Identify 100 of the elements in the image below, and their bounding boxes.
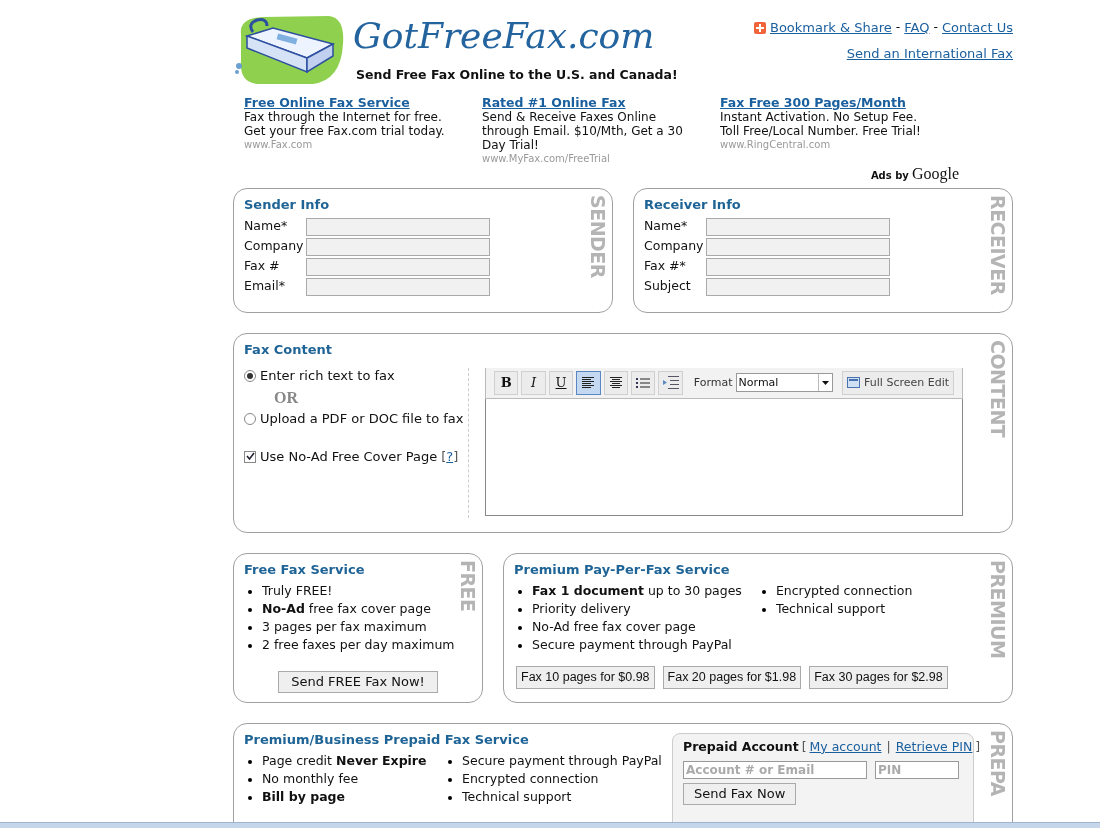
horizontal-scrollbar[interactable] [0,822,1100,828]
buy-pages-button[interactable]: Fax 10 pages for $0.98 [516,665,655,689]
bullet-icon [248,795,252,800]
bullet-icon [761,607,766,612]
text-field[interactable] [306,257,490,276]
field-label: Name* [644,217,689,236]
site-logo-text: GotFreeFax.com [353,14,656,58]
google-logo-text: Google [911,164,959,185]
format-button[interactable]: U [548,370,574,395]
panel-watermark: RECEIVER [988,195,1007,295]
link-separator: | [886,737,891,756]
help-link[interactable]: ? [446,448,454,464]
full-screen-button[interactable]: Full Screen Edit [842,370,955,395]
format-select[interactable]: Normal [735,373,834,393]
ad-text: Fax through the Internet for free. [244,110,443,124]
buy-pages-button[interactable]: Fax 30 pages for $2.98 [809,665,948,689]
feature-text: Encrypted connection [775,582,913,601]
align-center-icon [608,376,623,389]
radio-label: Upload a PDF or DOC file to fax [260,410,464,428]
feature-text: Truly FREE! [262,582,333,601]
account-link[interactable]: My account [809,737,882,757]
panel-title: Fax Content [244,342,333,357]
format-button[interactable]: I [521,370,546,395]
text-field[interactable] [706,277,890,296]
header-link[interactable]: FAQ [904,18,930,38]
bullet-icon [518,643,522,648]
bullet-icon [248,625,252,630]
feature-text: Priority delivery [532,600,631,619]
text-field[interactable] [706,257,890,276]
header-link[interactable]: Bookmark & Share [770,18,892,38]
bracket-text: ] [453,448,459,464]
panel-watermark: CONTENT [988,340,1007,438]
pin-field[interactable]: PIN [875,760,959,779]
field-label: Email* [244,277,286,296]
link-separator: - [933,18,938,37]
international-fax-link[interactable]: Send an International Fax [846,43,1013,63]
text-field[interactable] [306,277,490,296]
format-button[interactable] [576,370,601,395]
ad-text: Get your free Fax.com trial today. [244,124,446,138]
fax-machine-logo-icon [233,14,345,86]
bullet-icon [448,759,452,764]
bullet-icon [518,625,522,630]
feature-text: Fax 1 document up to 30 pages [532,582,742,601]
text-field[interactable] [706,237,890,256]
panel-watermark: PREMIUM [988,560,1007,659]
feature-text: Encrypted connection [462,770,599,789]
radio-button[interactable] [244,369,256,382]
ad-text: Day Trial! [482,138,540,152]
ad-title-link[interactable]: Free Online Fax Service [244,96,482,110]
bracket-text: ] [975,737,981,756]
format-button[interactable]: B [494,370,519,395]
text-field[interactable] [706,217,890,236]
tagline: Send Free Fax Online to the U.S. and Canada! [356,66,678,84]
feature-text: Secure payment through PayPal [532,636,732,655]
bullet-icon [248,643,252,648]
field-label: Fax # [244,257,281,276]
buy-pages-button[interactable]: Fax 20 pages for $1.98 [662,665,802,689]
ad-text: Toll Free/Local Number. Free Trial! [720,124,922,138]
feature-text: No-Ad free fax cover page [262,600,431,619]
header-link[interactable]: Contact Us [942,18,1013,38]
bracket-text: [ [441,448,447,464]
format-button[interactable] [603,370,629,395]
feature-text: Technical support [775,600,886,619]
feature-text: No-Ad free fax cover page [532,618,696,637]
link-separator: - [895,18,901,37]
ads-by-label: Ads by [870,169,909,183]
format-button[interactable] [658,370,683,395]
send-fax-button[interactable]: Send Fax Now [683,782,797,805]
field-label: Name* [244,217,289,236]
indent-icon [662,375,679,390]
panel-watermark: PREPA [988,730,1007,796]
send-free-fax-button[interactable]: Send FREE Fax Now! [278,670,438,693]
bullet-icon [248,589,252,594]
text-field[interactable] [306,237,490,256]
plus-icon [754,21,766,34]
account-field[interactable]: Account # or Email [683,760,867,779]
field-label: Company [644,237,705,256]
bullet-icon [248,759,252,764]
bullet-icon [248,607,252,612]
feature-text: 3 pages per fax maximum [262,618,427,637]
field-label: Fax #* [644,257,687,276]
or-text: OR [274,387,299,408]
ad-title-link[interactable]: Fax Free 300 Pages/Month [720,96,970,110]
window-icon [847,377,861,389]
panel-title: Free Fax Service [244,562,365,577]
ad-text: Instant Activation. No Setup Fee. [720,110,918,124]
account-link[interactable]: Retrieve PIN [895,737,973,757]
bracket-text: [ [801,737,807,756]
bullet-icon [448,795,452,800]
radio-button[interactable] [244,412,256,425]
panel-title: Sender Info [244,197,330,212]
ad-title-link[interactable]: Rated #1 Online Fax [482,96,720,110]
feature-text: Page credit Never Expire [262,752,427,771]
panel-title: Premium Pay-Per-Fax Service [514,562,730,577]
text-field[interactable] [306,217,490,236]
field-label: Company [244,237,305,256]
prepaid-account-title: Prepaid Account [683,737,799,756]
checkbox[interactable] [244,450,256,463]
checkbox-label: Use No-Ad Free Cover Page [260,447,438,466]
feature-text: Bill by page [262,788,345,807]
